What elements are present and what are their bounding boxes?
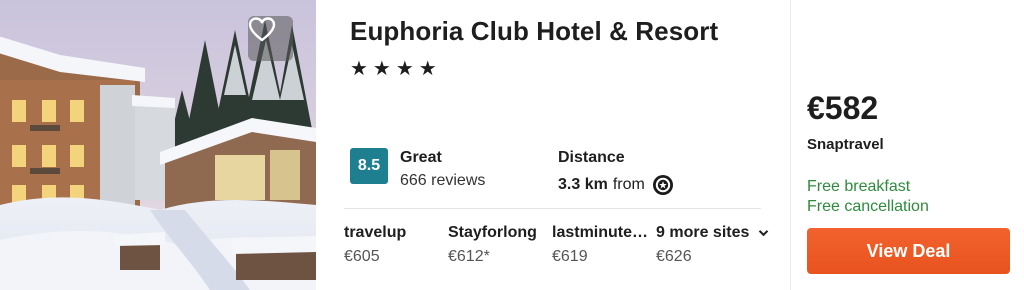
review-count[interactable]: 666 reviews	[400, 172, 485, 190]
deal-provider: Snaptravel	[807, 136, 884, 153]
rating-label: Great	[400, 149, 442, 166]
other-sites-list: travelup €605 Stayforlong €612* lastminu…	[344, 224, 784, 274]
distance-value: 3.3 km from	[558, 174, 674, 196]
more-sites-text: 9 more sites	[656, 224, 750, 241]
deal-price[interactable]: €582	[807, 90, 878, 127]
hotel-name[interactable]: Euphoria Club Hotel & Resort	[350, 16, 718, 47]
hotel-photo[interactable]	[0, 0, 316, 290]
site-price: €619	[552, 248, 588, 265]
site-option[interactable]: Stayforlong €612*	[448, 224, 548, 266]
hotel-info: Euphoria Club Hotel & Resort ★★★★ 8.5 Gr…	[316, 0, 790, 290]
site-option[interactable]: travelup €605	[344, 224, 444, 266]
hotel-result-card: Euphoria Club Hotel & Resort ★★★★ 8.5 Gr…	[0, 0, 1024, 290]
distance-km: 3.3 km	[558, 176, 608, 193]
perk-free-breakfast: Free breakfast	[807, 178, 911, 195]
chevron-down-icon	[759, 230, 769, 237]
divider	[344, 208, 761, 209]
best-deal-panel: €582 Snaptravel Free breakfast Free canc…	[791, 0, 1024, 290]
landmark-icon	[652, 175, 673, 195]
site-option[interactable]: lastminute.com €619	[552, 224, 652, 266]
star-rating: ★★★★	[350, 58, 442, 80]
rating-score-badge: 8.5	[350, 148, 388, 184]
site-name: Stayforlong	[448, 224, 537, 241]
site-price: €605	[344, 248, 380, 265]
view-deal-button[interactable]: View Deal	[807, 228, 1010, 274]
distance-label: Distance	[558, 149, 625, 166]
site-price: €626	[656, 248, 692, 265]
site-price: €612*	[448, 248, 490, 265]
heart-outline-icon	[248, 17, 276, 42]
more-sites-label: 9 more sites	[656, 224, 786, 242]
more-sites-button[interactable]: 9 more sites €626	[656, 224, 786, 266]
site-name: travelup	[344, 224, 407, 241]
favorite-button[interactable]	[248, 16, 293, 61]
distance-suffix: from	[612, 176, 645, 193]
perk-free-cancellation: Free cancellation	[807, 198, 929, 215]
site-name: lastminute.com	[552, 224, 652, 241]
